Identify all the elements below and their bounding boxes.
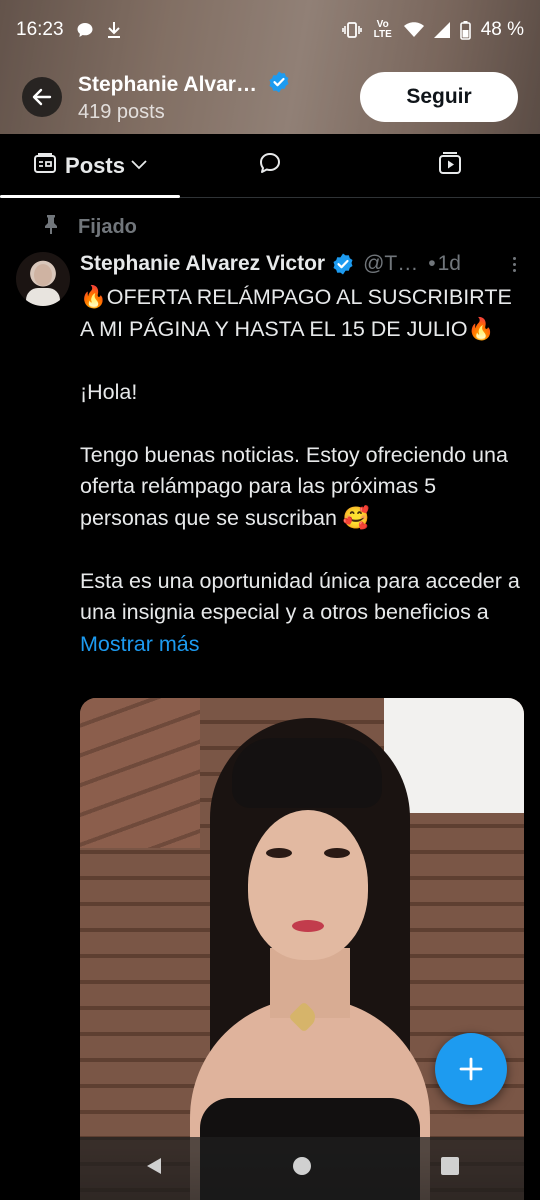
volte-icon: Vo LTE — [373, 19, 392, 40]
tab-posts[interactable]: Posts — [0, 134, 180, 198]
profile-tabs: Posts — [0, 134, 540, 198]
tab-media[interactable] — [360, 134, 540, 197]
profile-name: Stephanie Alvar… — [78, 72, 257, 96]
vibrate-icon — [341, 21, 362, 39]
post-author-name[interactable]: Stephanie Alvarez Victor — [80, 252, 325, 276]
post-paragraph-2: ¡Hola! — [80, 379, 138, 404]
follow-button[interactable]: Seguir — [360, 72, 518, 122]
wifi-icon — [403, 22, 424, 38]
active-tab-indicator — [0, 195, 180, 198]
nav-back-icon[interactable] — [143, 1155, 165, 1182]
nav-home-icon[interactable] — [291, 1155, 313, 1182]
signal-icon — [433, 22, 450, 38]
nav-recents-icon[interactable] — [439, 1155, 461, 1182]
profile-header: Stephanie Alvar… 419 posts Seguir — [0, 60, 540, 134]
post-text: 🔥OFERTA RELÁMPAGO AL SUSCRIBIRTE A MI PÁ… — [80, 282, 526, 660]
status-bar: 16:23 Vo LTE 48 % — [0, 0, 540, 60]
arrow-left-icon — [32, 88, 52, 106]
posts-tab-icon — [33, 152, 57, 179]
verified-badge-icon — [267, 70, 291, 99]
posts-count: 419 posts — [78, 101, 165, 123]
system-navigation-bar — [80, 1137, 524, 1200]
post-paragraph-4-text: Esta es una oportunidad única para acced… — [80, 568, 520, 625]
post-paragraph-4: Esta es una oportunidad única para acced… — [80, 566, 526, 661]
pinned-indicator: Fijado — [42, 214, 137, 240]
plus-icon — [459, 1057, 483, 1081]
battery-icon — [459, 20, 471, 40]
back-button[interactable] — [22, 77, 62, 117]
post-author-handle: @T… — [363, 252, 419, 275]
chevron-down-icon — [131, 157, 147, 175]
tab-posts-label: Posts — [65, 152, 125, 178]
media-video-icon — [437, 150, 463, 181]
pinned-label: Fijado — [78, 215, 137, 238]
status-time: 16:23 — [16, 19, 64, 40]
post-image[interactable] — [80, 698, 524, 1200]
battery-percent: 48 % — [480, 19, 524, 40]
post-paragraph-3: Tengo buenas noticias. Estoy ofreciendo … — [80, 442, 508, 530]
pin-icon — [42, 214, 60, 240]
post-paragraph-1: 🔥OFERTA RELÁMPAGO AL SUSCRIBIRTE A MI PÁ… — [80, 285, 512, 341]
tab-replies[interactable] — [180, 134, 360, 197]
chat-bubble-icon — [76, 21, 94, 39]
author-avatar[interactable] — [16, 252, 70, 306]
compose-button[interactable] — [435, 1033, 507, 1105]
verified-badge-icon — [331, 252, 355, 276]
more-options-icon[interactable] — [513, 256, 526, 272]
post-timestamp: 1d — [437, 252, 461, 275]
show-more-link[interactable]: Mostrar más — [80, 632, 199, 656]
reply-bubble-icon — [257, 150, 283, 181]
separator-dot: • — [428, 252, 436, 275]
download-icon — [106, 21, 122, 39]
